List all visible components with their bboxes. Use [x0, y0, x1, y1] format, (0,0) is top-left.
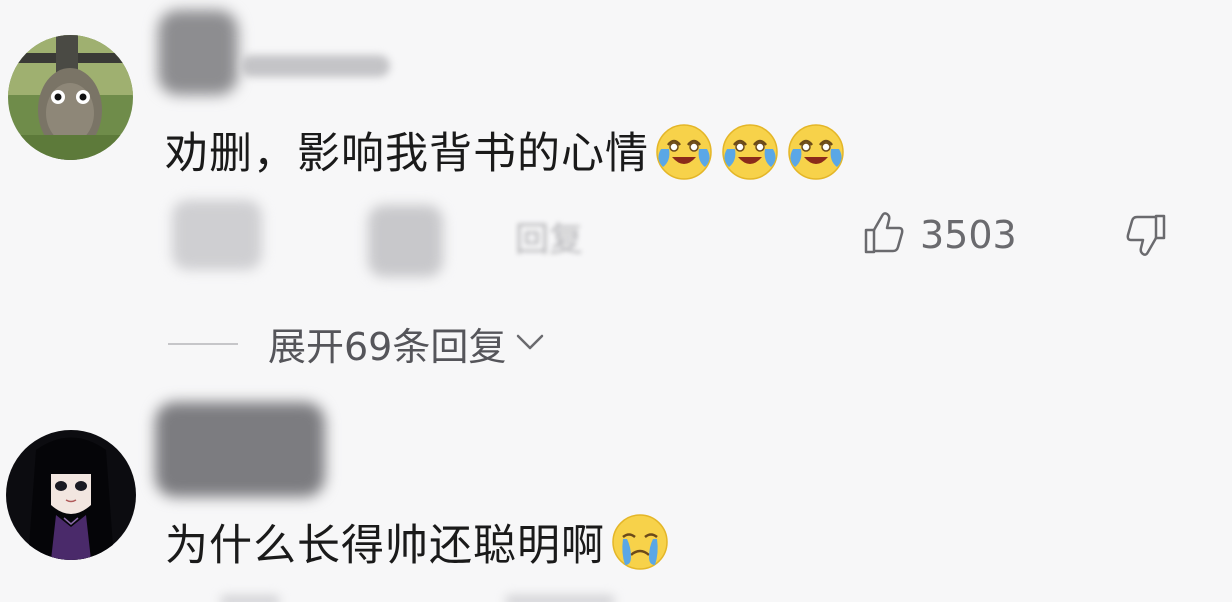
location-redacted — [368, 205, 443, 277]
expand-replies-label: 展开69条回复 — [268, 325, 507, 369]
thumbs-up-icon — [862, 210, 908, 260]
reply-button[interactable]: 回复 — [515, 212, 583, 261]
like-button[interactable]: 3503 — [862, 210, 1017, 260]
expand-replies-button[interactable]: 展开69条回复 — [168, 316, 546, 371]
location-redacted — [505, 595, 615, 602]
comment-item: 为什么长得帅还聪明啊 — [0, 390, 1232, 602]
comment-feed: 劝删，影响我背书的心情 回复 3503 展开69条回复 为什么长得帅还聪明啊 — [0, 0, 1232, 602]
username-redacted — [158, 10, 238, 95]
comment-body: 为什么长得帅还聪明啊 — [165, 521, 605, 571]
username-redacted-tail — [240, 55, 390, 77]
comment-body: 劝删，影响我背书的心情 — [165, 129, 649, 179]
like-count: 3503 — [920, 213, 1017, 257]
comment-item: 劝删，影响我背书的心情 回复 3503 展开69条回复 — [0, 0, 1232, 380]
chevron-down-icon — [514, 330, 546, 358]
laughing-crying-emoji — [719, 119, 781, 181]
timestamp-redacted — [220, 595, 280, 602]
comment-text: 劝删，影响我背书的心情 — [165, 118, 847, 182]
username-redacted — [155, 402, 325, 497]
avatar[interactable] — [8, 35, 133, 160]
comment-text: 为什么长得帅还聪明啊 — [165, 510, 671, 574]
divider-line — [168, 342, 238, 345]
avatar[interactable] — [6, 430, 136, 560]
timestamp-redacted — [172, 200, 262, 270]
laughing-crying-emoji — [653, 119, 715, 181]
crying-emoji — [609, 511, 671, 573]
laughing-crying-emoji — [785, 119, 847, 181]
dislike-button[interactable] — [1122, 212, 1168, 262]
thumbs-down-icon — [1122, 214, 1168, 262]
